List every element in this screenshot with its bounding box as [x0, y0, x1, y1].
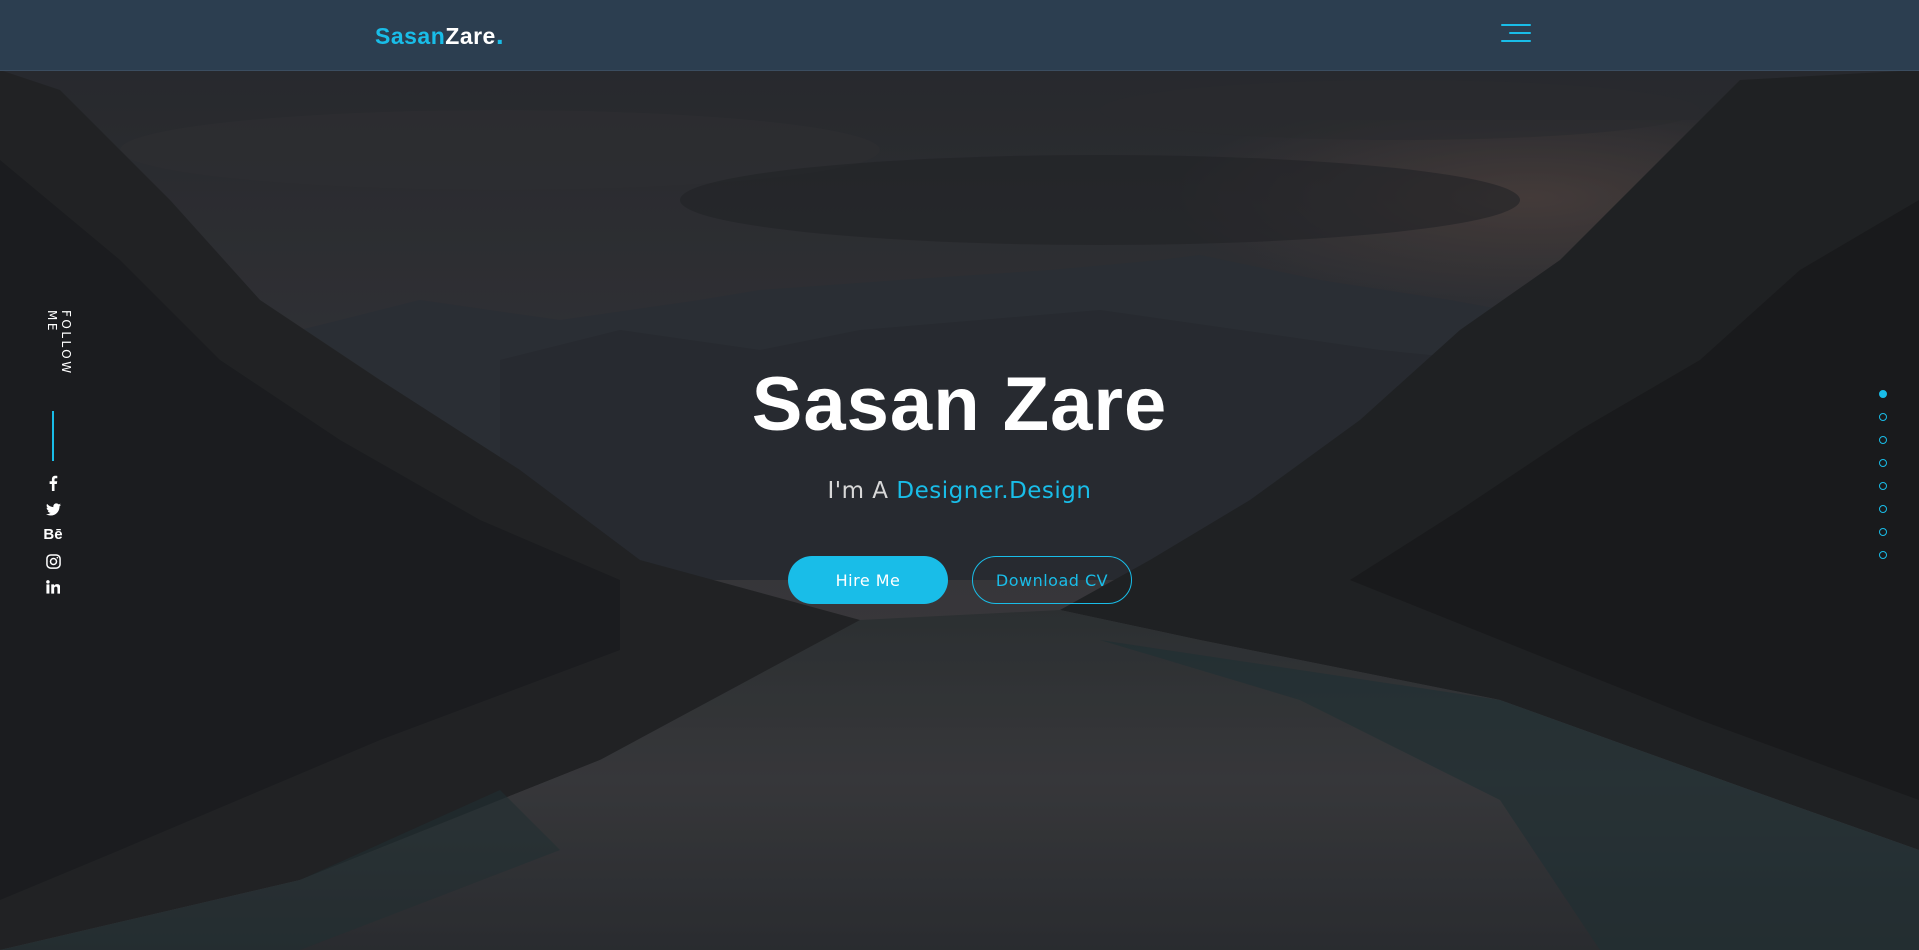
follow-me-label-wrapper: FOLLOW ME	[45, 310, 73, 400]
download-cv-button[interactable]: Download CV	[972, 556, 1132, 604]
section-dot[interactable]	[1879, 528, 1887, 536]
logo-dot: .	[495, 19, 505, 50]
hero-subtitle-prefix: I'm A	[827, 478, 897, 504]
section-dot[interactable]	[1879, 436, 1887, 444]
section-dot[interactable]	[1879, 413, 1887, 421]
linkedin-icon[interactable]	[42, 577, 64, 597]
follow-divider	[52, 411, 54, 461]
behance-icon[interactable]: Bē	[42, 525, 64, 545]
hamburger-menu-icon[interactable]	[1497, 22, 1531, 46]
hero-title: Sasan Zare	[751, 362, 1168, 447]
facebook-icon[interactable]	[42, 473, 64, 493]
logo-last-name: Zare	[445, 23, 496, 49]
section-dot[interactable]	[1879, 459, 1887, 467]
hire-me-button[interactable]: Hire Me	[788, 556, 948, 604]
logo-first-name: Sasan	[375, 23, 446, 49]
behance-label: Bē	[43, 526, 63, 543]
site-logo[interactable]: SasanZare.	[375, 19, 504, 52]
section-dot[interactable]	[1879, 482, 1887, 490]
site-header: SasanZare.	[0, 0, 1919, 71]
section-navigation-dots	[1877, 388, 1889, 568]
hero-typed-role: Designer.Design	[896, 478, 1092, 504]
section-dot[interactable]	[1879, 505, 1887, 513]
section-dot-home[interactable]	[1879, 390, 1887, 398]
twitter-icon[interactable]	[42, 499, 64, 519]
instagram-icon[interactable]	[42, 551, 64, 571]
section-dot[interactable]	[1879, 551, 1887, 559]
follow-me-label: FOLLOW ME	[45, 310, 73, 376]
hero-subtitle: I'm A Designer.Design	[0, 474, 1919, 508]
